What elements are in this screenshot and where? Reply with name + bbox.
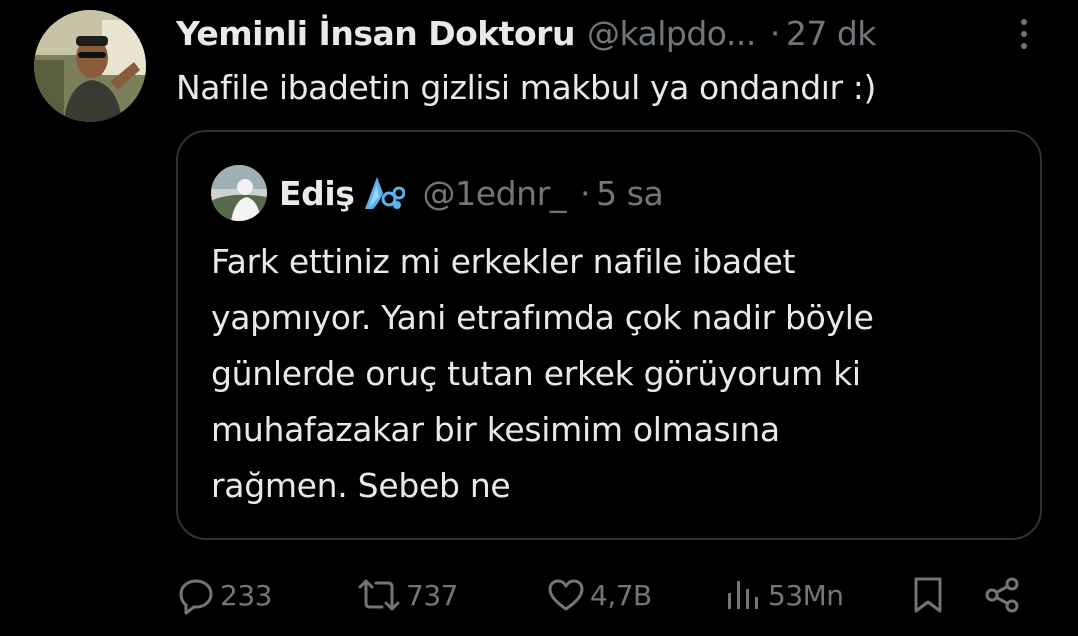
quoted-text-line: günlerde oruç tutan erkek görüyorum ki — [211, 354, 861, 393]
quoted-text-line: Fark ettiniz mi erkekler nafile ibadet — [211, 242, 796, 281]
bookmark-icon — [914, 577, 942, 613]
quoted-text-line: rağmen. Sebeb ne — [211, 466, 511, 505]
author-display-name[interactable]: Yeminli İnsan Doktoru — [176, 14, 575, 53]
author-avatar[interactable] — [34, 10, 146, 122]
views-analytics-icon — [728, 581, 758, 609]
quoted-text-line: muhafazakar bir kesimim olmasına — [211, 410, 780, 449]
separator-dot: · — [769, 13, 781, 53]
tweet-timestamp[interactable]: 27 dk — [786, 14, 877, 53]
reply-icon — [179, 579, 213, 615]
retweet-button[interactable]: 737 — [356, 570, 458, 620]
share-button[interactable] — [982, 570, 1022, 620]
quoted-tweet-text: Fark ettiniz mi erkekler nafile ibadet y… — [211, 234, 1011, 514]
quoted-author-display-name[interactable]: Ediş — [279, 174, 355, 213]
retweet-count: 737 — [406, 578, 458, 612]
quoted-tweet-timestamp[interactable]: 5 sa — [596, 174, 664, 213]
retweet-icon — [358, 579, 400, 611]
profile-photo-icon — [34, 10, 146, 122]
quoted-author-handle[interactable]: @1ednr_ — [423, 174, 567, 213]
author-handle[interactable]: @kalpdo... — [587, 14, 756, 53]
quoted-tweet-header: Ediş @1ednr_ · 5 sa — [279, 166, 664, 220]
quoted-text-line: yapmıyor. Yani etrafımda çok nadir böyle — [211, 298, 874, 337]
sweat-droplets-icon — [359, 173, 406, 213]
quoted-author-avatar[interactable] — [211, 165, 267, 221]
like-count: 4,7B — [590, 578, 652, 612]
separator-dot: · — [579, 173, 591, 213]
quoted-tweet-card[interactable]: Ediş @1ednr_ · 5 sa Fark ettiniz mi erke… — [176, 130, 1042, 540]
like-button[interactable]: 4,7B — [546, 570, 652, 620]
heart-icon — [548, 579, 584, 611]
profile-photo-icon — [211, 165, 267, 221]
reply-button[interactable]: 233 — [176, 570, 272, 620]
more-options-button[interactable] — [1012, 16, 1036, 52]
bookmark-button[interactable] — [908, 570, 948, 620]
view-count: 53Mn — [768, 578, 844, 612]
tweet-header: Yeminli İnsan Doktoru @kalpdo... · 27 dk — [176, 6, 1016, 60]
share-icon — [985, 577, 1019, 613]
reply-count: 233 — [220, 578, 272, 612]
tweet-text: Nafile ibadetin gizlisi makbul ya ondand… — [176, 68, 876, 107]
tweet-actions-bar: 233 737 4,7B 53Mn — [176, 570, 1036, 620]
views-button[interactable]: 53Mn — [724, 570, 844, 620]
more-vertical-icon — [1021, 19, 1027, 49]
